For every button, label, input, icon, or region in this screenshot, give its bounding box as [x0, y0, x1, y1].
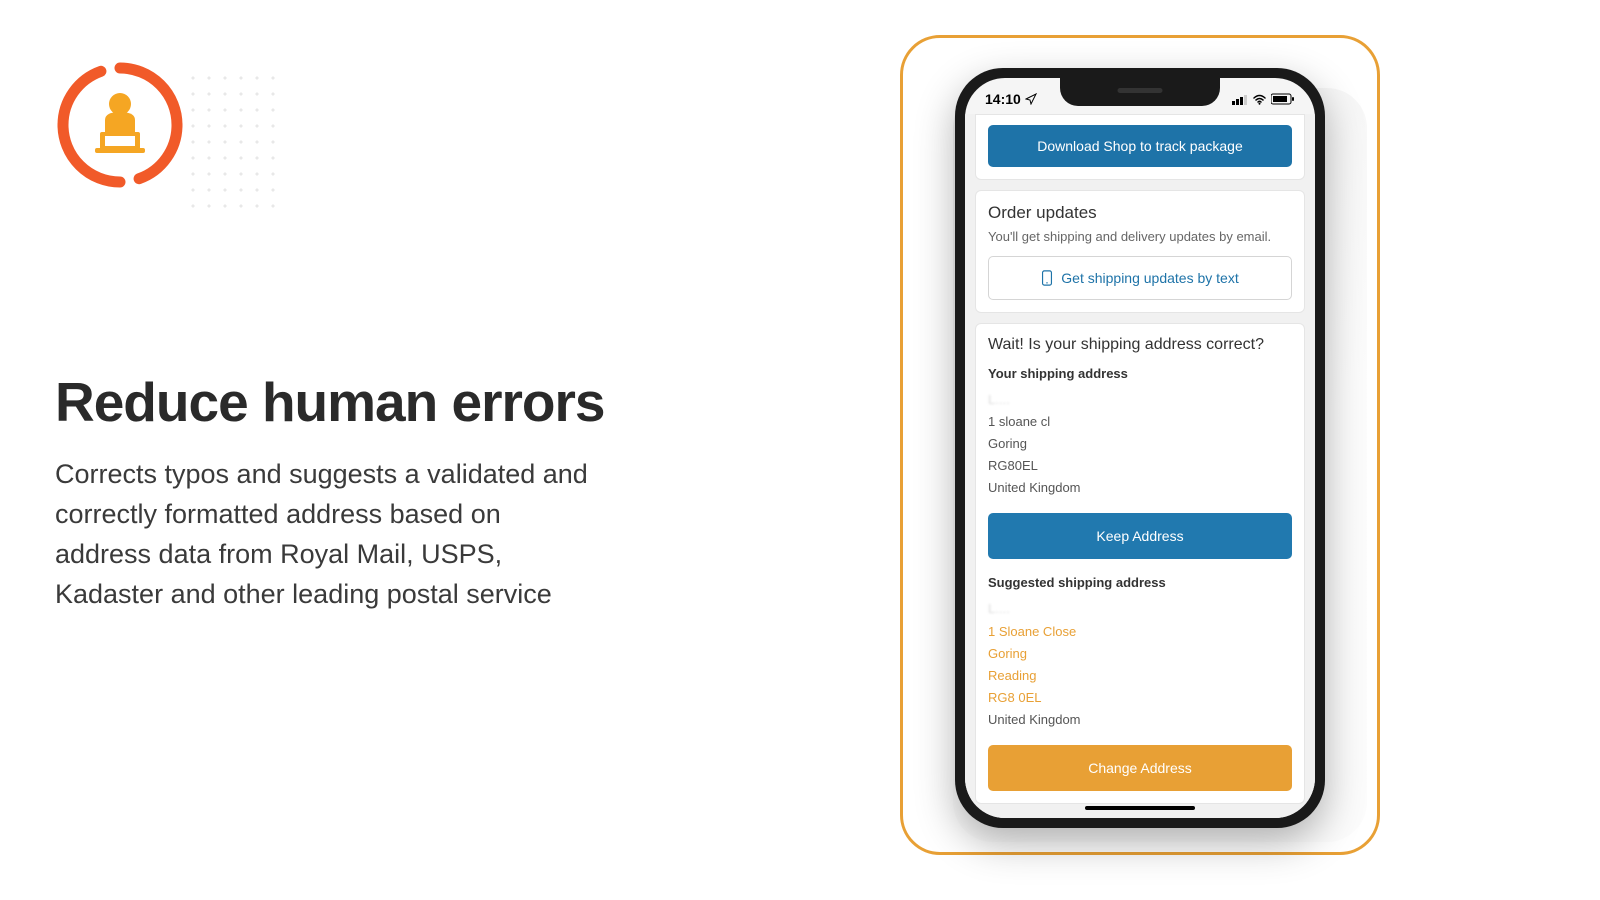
text-updates-label: Get shipping updates by text — [1061, 270, 1238, 286]
suggested-address-label: Suggested shipping address — [988, 575, 1292, 590]
phone-notch — [1060, 78, 1220, 106]
your-address-label: Your shipping address — [988, 366, 1292, 381]
sug-line4: RG8 0EL — [988, 687, 1292, 709]
wifi-icon — [1252, 94, 1267, 105]
your-line1: 1 sloane cl — [988, 411, 1292, 433]
sug-name: L.... — [988, 598, 1292, 620]
address-check-card: Wait! Is your shipping address correct? … — [975, 323, 1305, 804]
mobile-phone-icon — [1041, 270, 1053, 286]
feature-icon-container — [55, 60, 225, 210]
download-shop-button[interactable]: Download Shop to track package — [988, 125, 1292, 167]
signal-icon — [1232, 94, 1248, 105]
download-card: Download Shop to track package — [975, 114, 1305, 180]
home-indicator — [1085, 806, 1195, 810]
suggested-address-block: L.... 1 Sloane Close Goring Reading RG8 … — [988, 598, 1292, 731]
change-address-button[interactable]: Change Address — [988, 745, 1292, 791]
sug-line1: 1 Sloane Close — [988, 621, 1292, 643]
sug-line5: United Kingdom — [988, 709, 1292, 731]
dots-pattern — [185, 70, 275, 220]
your-address-block: L.... 1 sloane cl Goring RG80EL United K… — [988, 389, 1292, 499]
phone-frame-container: 14:10 — [900, 35, 1380, 855]
status-time: 14:10 — [985, 91, 1021, 107]
your-name: L.... — [988, 389, 1292, 411]
order-updates-subtitle: You'll get shipping and delivery updates… — [988, 229, 1292, 244]
order-updates-title: Order updates — [988, 203, 1292, 223]
your-line3: RG80EL — [988, 455, 1292, 477]
page-heading: Reduce human errors — [55, 370, 605, 434]
phone-screen: 14:10 — [965, 78, 1315, 818]
sug-line2: Goring — [988, 643, 1292, 665]
your-line2: Goring — [988, 433, 1292, 455]
location-arrow-icon — [1025, 93, 1037, 105]
status-icons — [1232, 93, 1295, 105]
person-laptop-icon — [55, 60, 185, 190]
sug-line3: Reading — [988, 665, 1292, 687]
text-updates-button[interactable]: Get shipping updates by text — [988, 256, 1292, 300]
page-description: Corrects typos and suggests a validated … — [55, 455, 595, 615]
keep-address-button[interactable]: Keep Address — [988, 513, 1292, 559]
phone-device: 14:10 — [955, 68, 1325, 828]
address-check-title: Wait! Is your shipping address correct? — [988, 336, 1292, 354]
status-time-container: 14:10 — [985, 91, 1037, 107]
your-line4: United Kingdom — [988, 477, 1292, 499]
phone-content: Download Shop to track package Order upd… — [965, 114, 1315, 818]
order-updates-card: Order updates You'll get shipping and de… — [975, 190, 1305, 313]
battery-icon — [1271, 93, 1295, 105]
